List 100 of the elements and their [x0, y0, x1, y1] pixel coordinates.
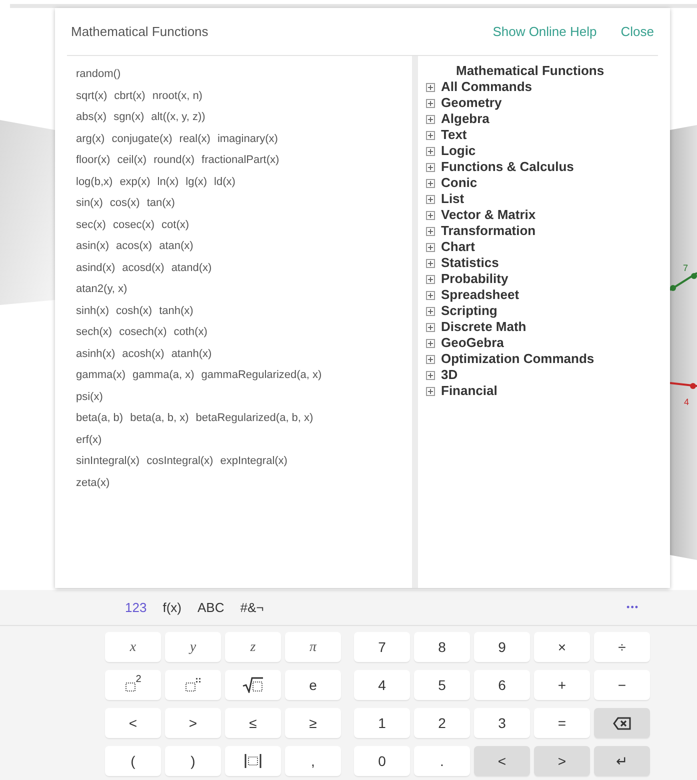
tree-item[interactable]: Chart — [441, 239, 475, 255]
function-link[interactable]: sqrt(x) — [76, 86, 108, 107]
expand-icon[interactable] — [426, 162, 435, 172]
function-link[interactable]: real(x) — [179, 128, 210, 150]
function-link[interactable]: exp(x) — [120, 172, 150, 193]
tree-item[interactable]: Statistics — [441, 255, 499, 271]
expand-icon[interactable] — [426, 338, 435, 348]
expand-icon[interactable] — [426, 98, 435, 108]
key-button[interactable]: 6 — [474, 670, 530, 700]
key-button[interactable]: > — [534, 746, 590, 776]
key-button[interactable]: ↵ — [594, 746, 650, 776]
tree-item[interactable]: Text — [441, 127, 467, 143]
function-link[interactable]: fractionalPart(x) — [202, 150, 280, 172]
tree-item[interactable]: GeoGebra — [441, 335, 504, 351]
function-link[interactable]: cosech(x) — [119, 322, 167, 344]
tree-item[interactable]: Geometry — [441, 95, 502, 111]
key-button[interactable]: ≥ — [285, 708, 341, 738]
key-button[interactable]: 5 — [414, 670, 470, 700]
key-button[interactable]: 0 — [354, 746, 410, 776]
function-link[interactable]: asin(x) — [76, 236, 110, 258]
function-link[interactable]: erf(x) — [76, 430, 102, 451]
keyboard-tab[interactable]: 123 — [117, 598, 155, 618]
key-button[interactable]: 1 — [354, 708, 410, 738]
function-link[interactable]: gamma(x) — [76, 365, 126, 386]
function-link[interactable]: atan(x) — [159, 236, 194, 258]
key-button[interactable]: y — [165, 632, 221, 662]
key-button[interactable]: z — [225, 632, 281, 662]
tree-item[interactable]: Algebra — [441, 111, 490, 127]
expand-icon[interactable] — [426, 130, 435, 140]
square-root-key[interactable] — [225, 670, 281, 700]
tree-item[interactable]: Discrete Math — [441, 319, 526, 335]
key-button[interactable]: ≤ — [225, 708, 281, 738]
function-link[interactable]: asind(x) — [76, 258, 116, 279]
power-key[interactable]: 2 — [105, 670, 161, 700]
expand-icon[interactable] — [426, 82, 435, 92]
function-link[interactable]: imaginary(x) — [217, 128, 278, 150]
key-button[interactable]: 7 — [354, 632, 410, 662]
key-button[interactable]: 8 — [414, 632, 470, 662]
function-link[interactable]: sinh(x) — [76, 300, 110, 322]
more-button[interactable]: ••• — [620, 600, 645, 616]
expand-icon[interactable] — [426, 178, 435, 188]
tree-item[interactable]: Vector & Matrix — [441, 207, 536, 223]
function-link[interactable]: cosec(x) — [112, 214, 155, 236]
expand-icon[interactable] — [426, 242, 435, 252]
tree-item[interactable]: Functions & Calculus — [441, 159, 574, 175]
function-link[interactable]: asinh(x) — [76, 344, 116, 365]
keyboard-tab[interactable]: f(x) — [154, 598, 190, 618]
function-link[interactable]: lg(x) — [186, 172, 208, 193]
function-link[interactable]: cosh(x) — [116, 300, 152, 322]
expand-icon[interactable] — [426, 354, 435, 364]
key-button[interactable]: , — [285, 746, 341, 776]
tree-item[interactable]: Probability — [441, 271, 508, 287]
key-button[interactable]: > — [165, 708, 221, 738]
function-link[interactable]: cot(x) — [162, 214, 190, 236]
key-button[interactable]: ( — [105, 746, 161, 776]
key-button[interactable]: = — [534, 708, 590, 738]
key-button[interactable]: < — [105, 708, 161, 738]
function-link[interactable]: sec(x) — [76, 214, 106, 236]
function-link[interactable]: sech(x) — [76, 322, 112, 344]
function-link[interactable]: random() — [76, 64, 121, 86]
key-button[interactable]: ÷ — [594, 632, 650, 662]
function-link[interactable]: beta(a, b) — [76, 408, 124, 430]
tree-item[interactable]: Scripting — [441, 303, 498, 319]
function-link[interactable]: conjugate(x) — [112, 128, 172, 150]
function-link[interactable]: alt((x, y, z)) — [151, 107, 206, 128]
expand-icon[interactable] — [426, 226, 435, 236]
key-button[interactable]: × — [534, 632, 590, 662]
function-link[interactable]: ln(x) — [157, 172, 179, 193]
key-button[interactable]: 9 — [474, 632, 530, 662]
key-button[interactable]: x — [105, 632, 161, 662]
function-link[interactable]: acosh(x) — [122, 344, 164, 365]
key-button[interactable]: 2 — [414, 708, 470, 738]
expand-icon[interactable] — [426, 146, 435, 156]
key-button[interactable]: 4 — [354, 670, 410, 700]
function-link[interactable]: sgn(x) — [114, 107, 144, 128]
function-link[interactable]: atand(x) — [171, 258, 212, 279]
function-link[interactable]: atanh(x) — [171, 344, 212, 365]
function-link[interactable]: gammaRegularized(a, x) — [201, 365, 322, 386]
tree-item[interactable]: 3D — [441, 367, 458, 383]
tree-item[interactable]: Financial — [441, 383, 498, 399]
expand-icon[interactable] — [426, 210, 435, 220]
function-link[interactable]: atan2(y, x) — [76, 279, 128, 300]
function-link[interactable]: acos(x) — [116, 236, 152, 258]
function-link[interactable]: gamma(a, x) — [132, 365, 194, 386]
function-link[interactable]: betaRegularized(a, b, x) — [196, 408, 314, 430]
tree-item[interactable]: Optimization Commands — [441, 351, 594, 367]
expand-icon[interactable] — [426, 306, 435, 316]
tree-item[interactable]: Spreadsheet — [441, 287, 520, 303]
backspace-key[interactable] — [594, 708, 650, 738]
key-button[interactable]: < — [474, 746, 530, 776]
function-link[interactable]: tanh(x) — [159, 300, 194, 322]
function-link[interactable]: sin(x) — [76, 193, 103, 214]
function-link[interactable]: arg(x) — [76, 128, 105, 150]
expand-icon[interactable] — [426, 370, 435, 380]
function-link[interactable]: cbrt(x) — [114, 86, 146, 107]
function-link[interactable]: nroot(x, n) — [152, 86, 202, 107]
expand-icon[interactable] — [426, 322, 435, 332]
tree-item[interactable]: List — [441, 191, 464, 207]
key-button[interactable]: ) — [165, 746, 221, 776]
function-link[interactable]: cos(x) — [110, 193, 140, 214]
